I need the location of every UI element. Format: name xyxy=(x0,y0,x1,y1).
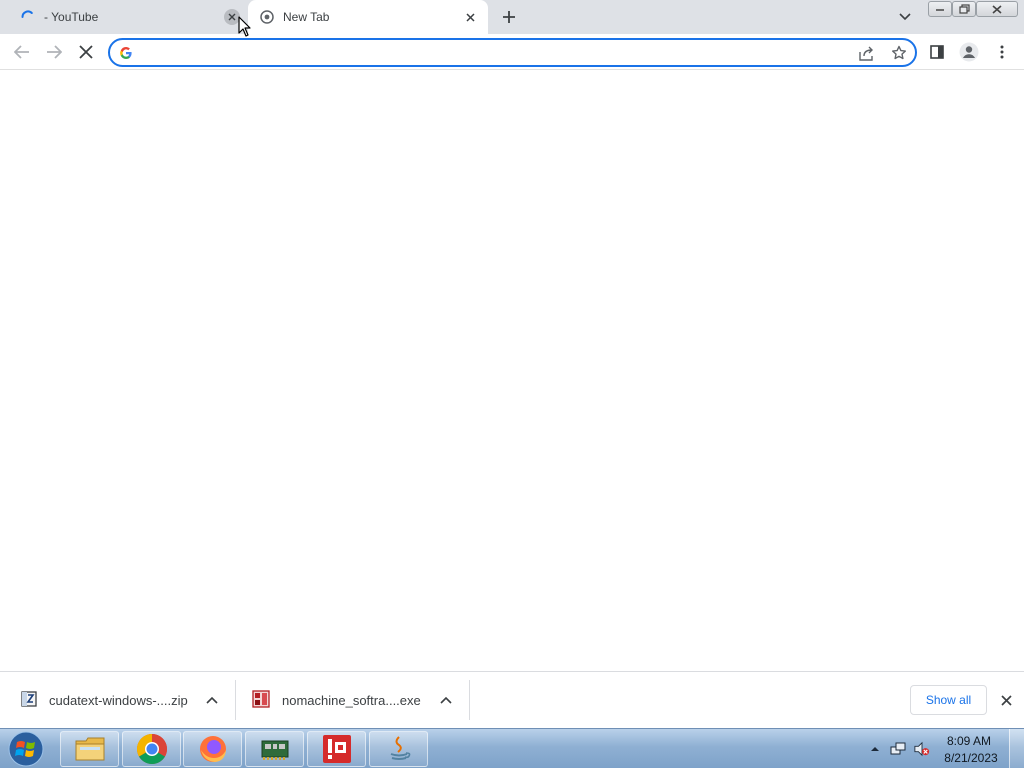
stop-loading-icon xyxy=(79,45,93,59)
close-icon xyxy=(465,12,475,22)
show-desktop-button[interactable] xyxy=(1009,729,1024,768)
minimize-button[interactable] xyxy=(928,1,952,17)
show-all-downloads-button[interactable]: Show all xyxy=(910,685,987,715)
chrome-newtab-icon xyxy=(260,10,274,24)
taskbar-app-network[interactable] xyxy=(245,731,304,767)
loading-spinner-icon xyxy=(21,10,33,18)
close-icon xyxy=(228,13,236,21)
forward-button[interactable] xyxy=(41,39,67,65)
address-bar[interactable] xyxy=(108,38,917,67)
chevron-down-icon xyxy=(899,13,911,21)
close-icon xyxy=(1000,694,1012,706)
download-options-button[interactable] xyxy=(438,692,454,708)
tray-up-arrow-icon xyxy=(871,747,879,751)
chrome-icon xyxy=(136,734,167,765)
chevron-up-icon xyxy=(440,696,452,704)
download-item[interactable]: nomachine_softra....exe xyxy=(237,680,470,720)
mouse-cursor-icon xyxy=(238,16,251,37)
profile-avatar-icon xyxy=(959,42,979,62)
browser-toolbar xyxy=(0,34,1024,70)
side-panel-button[interactable] xyxy=(924,39,950,65)
back-arrow-icon xyxy=(14,45,29,59)
network-status-button[interactable] xyxy=(890,741,906,757)
clock-time[interactable]: 8:09 AM xyxy=(938,734,1000,748)
taskbar-app-chrome[interactable] xyxy=(122,731,181,767)
download-filename: nomachine_softra....exe xyxy=(282,693,421,708)
download-filename: cudatext-windows-....zip xyxy=(49,693,188,708)
download-options-button[interactable] xyxy=(204,692,220,708)
taskbar-app-red[interactable] xyxy=(307,731,366,767)
chrome-menu-button[interactable] xyxy=(989,39,1015,65)
folder-icon xyxy=(75,737,104,761)
taskbar-app-java[interactable] xyxy=(369,731,428,767)
side-panel-icon xyxy=(930,45,944,59)
window-close-button[interactable] xyxy=(976,1,1018,17)
volume-button[interactable] xyxy=(914,741,930,757)
tab-youtube[interactable]: - YouTube xyxy=(0,0,246,34)
back-button[interactable] xyxy=(9,39,35,65)
windows-logo-icon xyxy=(8,731,44,767)
minimize-icon xyxy=(936,9,944,11)
new-tab-button[interactable] xyxy=(498,6,520,28)
network-card-icon xyxy=(261,740,288,760)
plus-icon xyxy=(503,11,515,23)
red-app-icon xyxy=(322,735,351,763)
kebab-menu-icon xyxy=(1000,45,1004,59)
clock-date[interactable]: 8/21/2023 xyxy=(938,751,1004,765)
start-button[interactable] xyxy=(6,730,46,768)
google-g-icon xyxy=(120,46,132,59)
tab-close-button[interactable] xyxy=(462,9,478,25)
taskbar-app-explorer[interactable] xyxy=(60,731,119,767)
restore-button[interactable] xyxy=(952,1,976,17)
chevron-up-icon xyxy=(206,696,218,704)
exe-installer-icon xyxy=(252,690,270,708)
address-input[interactable] xyxy=(142,44,842,62)
speaker-muted-icon xyxy=(914,741,930,757)
tab-strip: - YouTube New Tab xyxy=(0,0,1024,34)
show-hidden-icons-button[interactable] xyxy=(867,741,883,757)
bookmark-star-button[interactable] xyxy=(890,44,908,62)
close-download-shelf-button[interactable] xyxy=(997,691,1015,709)
tab-title: - YouTube xyxy=(44,10,99,24)
screen: - YouTube New Tab cudatext-windows-....z… xyxy=(0,0,1024,768)
share-icon xyxy=(859,46,873,61)
tab-search-button[interactable] xyxy=(894,6,916,28)
network-icon xyxy=(890,742,906,755)
zip-archive-icon xyxy=(21,691,37,707)
taskbar-app-firefox[interactable] xyxy=(183,731,242,767)
page-content xyxy=(0,71,1024,671)
forward-arrow-icon xyxy=(47,45,62,59)
tab-new-tab[interactable]: New Tab xyxy=(248,0,488,34)
profile-button[interactable] xyxy=(956,39,982,65)
close-icon xyxy=(992,4,1002,14)
star-icon xyxy=(892,45,906,60)
download-item[interactable]: cudatext-windows-....zip xyxy=(0,680,236,720)
restore-icon xyxy=(958,4,970,14)
taskbar: 8:09 AM 8/21/2023 xyxy=(0,728,1024,768)
share-button[interactable] xyxy=(858,44,876,62)
tab-title: New Tab xyxy=(283,10,330,24)
firefox-icon xyxy=(199,736,226,762)
download-shelf: cudatext-windows-....zip nomachine_softr… xyxy=(0,671,1024,728)
java-icon xyxy=(390,736,410,760)
stop-loading-button[interactable] xyxy=(73,39,99,65)
